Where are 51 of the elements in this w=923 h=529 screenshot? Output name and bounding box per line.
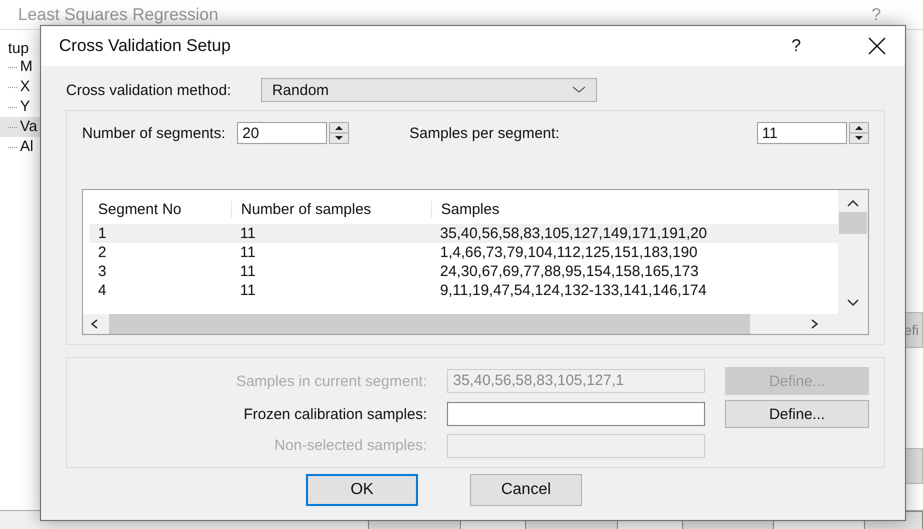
field-label: Number of segments: <box>82 124 226 142</box>
ok-button[interactable]: OK <box>306 474 418 506</box>
cancel-button[interactable]: Cancel <box>470 474 582 506</box>
horizontal-scrollbar[interactable] <box>83 314 838 334</box>
spinner-icon[interactable] <box>329 122 350 144</box>
table-cell-text: 3 <box>97 262 108 281</box>
field-label: Samples per segment: <box>409 124 560 142</box>
field-label: Cross validation method: <box>66 82 232 98</box>
table-cell-text: 4 <box>97 281 108 300</box>
scroll-right-icon[interactable] <box>810 318 820 330</box>
samples-field[interactable] <box>447 434 705 458</box>
scroll-thumb[interactable] <box>839 212 867 234</box>
table-row[interactable]: 3 11 24,30,67,69,77,88,95,154,158,165,173 <box>89 262 838 281</box>
table-cell-text: 9,11,19,47,54,124,132-133,141,146,174 <box>439 281 708 300</box>
spinner-icon[interactable] <box>849 122 869 144</box>
samples-field[interactable] <box>447 402 705 426</box>
table-cell-text: 11 <box>239 281 257 300</box>
table-cell-text: 2 <box>97 243 108 262</box>
tree-item[interactable]: Y <box>0 97 60 117</box>
table-cell-text: 1 <box>97 224 108 243</box>
close-icon[interactable] <box>867 36 887 56</box>
chevron-icon <box>572 86 586 94</box>
table-row[interactable]: 4 11 9,11,19,47,54,124,132-133,141,146,174 <box>89 281 838 300</box>
field-label: Frozen calibration samples: <box>242 406 427 422</box>
table-cell-text: 11 <box>239 262 257 281</box>
table-cell-text: 35,40,56,58,83,105,127,149,171,191,20 <box>439 224 708 243</box>
method-dropdown[interactable]: Random <box>261 78 598 102</box>
scroll-left-icon[interactable] <box>89 318 99 330</box>
tree-item[interactable]: Al <box>0 137 60 157</box>
table-row[interactable]: 2 11 1,4,66,73,79,104,112,125,151,183,190 <box>89 243 838 262</box>
field-label: Samples in current segment: <box>235 372 427 390</box>
dialog-title: Cross Validation Setup <box>59 36 232 56</box>
tree-item[interactable]: X <box>0 77 60 97</box>
samples-field[interactable]: 11 <box>757 122 847 144</box>
field-label: Non-selected samples: <box>273 437 427 454</box>
window-title: Least Squares Regression <box>18 5 218 26</box>
define-button[interactable]: Define... <box>725 400 869 428</box>
table-cell-text: 24,30,67,69,77,88,95,154,158,165,173 <box>439 262 700 281</box>
table-cell-text: 11 <box>239 243 257 262</box>
help-button[interactable]: ? <box>792 36 801 56</box>
table-cell-text: 1,4,66,73,79,104,112,125,151,183,190 <box>439 243 698 262</box>
table-cell-text: 11 <box>239 224 257 243</box>
scroll-thumb[interactable] <box>109 314 750 334</box>
tree-item[interactable]: M <box>0 57 60 77</box>
column-header[interactable]: Number of samples <box>231 200 431 218</box>
table-row[interactable]: 1 11 35,40,56,58,83,105,127,149,171,191,20 <box>89 224 838 243</box>
scroll-down-icon[interactable] <box>846 298 860 308</box>
column-header[interactable]: Segment No <box>89 200 231 218</box>
scroll-up-icon[interactable] <box>846 198 860 208</box>
segments-field[interactable]: 20 <box>237 122 328 144</box>
vertical-scrollbar[interactable] <box>838 190 868 334</box>
